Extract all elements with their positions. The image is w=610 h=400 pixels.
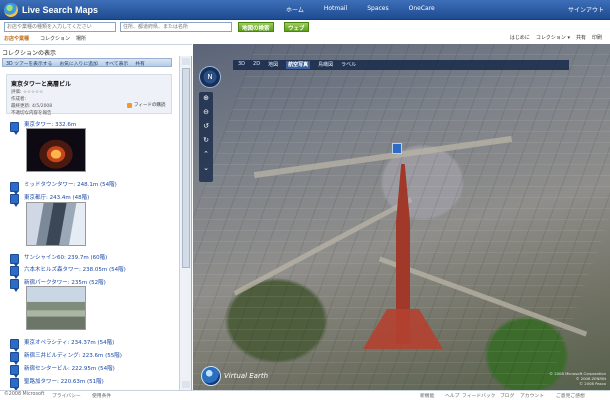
- feed-subscribe[interactable]: フィードの購読: [127, 102, 165, 108]
- item-pin-icon[interactable]: [10, 194, 19, 207]
- nav-onecare[interactable]: OneCare: [409, 5, 435, 14]
- rss-icon: [127, 102, 132, 108]
- collection-panel: 3D ツアーを表示する お気に入りに追加 すべて表示 共有 東京タワーと高層ビル…: [0, 56, 192, 390]
- top-header: Live Search Maps ホーム Hotmail Spaces OneC…: [0, 0, 610, 20]
- item-pin-icon[interactable]: [10, 378, 19, 390]
- app-logo[interactable]: Live Search Maps: [4, 2, 98, 18]
- compass-icon[interactable]: N: [199, 66, 221, 88]
- list-item[interactable]: 東京オペラシティ: 234.37m (54階): [24, 338, 114, 346]
- item-pin-icon[interactable]: [10, 352, 19, 365]
- view-3d-tour-button[interactable]: 3D ツアーを表示する: [6, 60, 52, 67]
- list-item[interactable]: 新宿センタービル: 222.95m (54階): [24, 364, 115, 372]
- nav-hotmail[interactable]: Hotmail: [324, 5, 347, 14]
- list-item[interactable]: サンシャイン60: 239.7m (60階): [24, 253, 107, 261]
- windows-live-logo-icon: [4, 3, 18, 17]
- mode-road-button[interactable]: 地図: [268, 61, 278, 69]
- panel-scrollbar[interactable]: [179, 56, 191, 390]
- tokyo-tower-photo[interactable]: [26, 128, 86, 172]
- panel-actions: 3D ツアーを表示する お気に入りに追加 すべて表示 共有: [2, 58, 172, 67]
- panel-share-button[interactable]: 共有: [135, 60, 145, 67]
- brand-label: Virtual Earth: [224, 372, 269, 380]
- where-search-input[interactable]: [120, 22, 232, 32]
- web-search-button[interactable]: ウェブ: [284, 22, 309, 32]
- collection-menu-button[interactable]: コレクション ▾: [536, 34, 570, 41]
- tilt-up-icon[interactable]: ⌃: [199, 150, 213, 158]
- app-title: Live Search Maps: [22, 5, 99, 15]
- rotate-right-icon[interactable]: ↻: [199, 136, 213, 144]
- feed-label: フィードの購読: [134, 103, 166, 108]
- list-item[interactable]: 新宿三井ビルディング: 223.6m (55階): [24, 351, 122, 359]
- show-all-button[interactable]: すべて表示: [105, 60, 128, 67]
- add-favorite-button[interactable]: お気に入りに追加: [59, 60, 97, 67]
- item-pin-icon[interactable]: [10, 279, 19, 292]
- zoom-out-icon[interactable]: ⊖: [199, 108, 213, 116]
- footer-copyright: ©2008 Microsoft: [4, 392, 45, 397]
- search-row: 地図の検索 ウェブ: [0, 20, 610, 34]
- tool-row: お店や業種 コレクション 場所 はじめに コレクション ▾ 共有 印刷: [0, 34, 610, 44]
- footer-blog[interactable]: ブログ: [500, 392, 514, 399]
- footer-feedback[interactable]: フィードバック: [462, 392, 495, 399]
- labels-toggle[interactable]: ラベル: [341, 61, 356, 69]
- footer-comments[interactable]: ご意見ご感想: [556, 392, 585, 399]
- tool-business[interactable]: お店や業種: [4, 35, 29, 42]
- list-item[interactable]: 六本木ヒルズ森タワー: 238.05m (54階): [24, 265, 126, 273]
- signout-link[interactable]: サインアウト: [568, 5, 604, 14]
- mode-3d-button[interactable]: 3D: [238, 61, 245, 69]
- list-item[interactable]: 東京都庁: 243.4m (48階): [24, 193, 89, 201]
- virtual-earth-logo: Virtual Earth: [201, 366, 268, 386]
- item-pin-icon[interactable]: [10, 182, 19, 195]
- mode-aerial-button[interactable]: 航空写真: [286, 61, 311, 69]
- scroll-thumb[interactable]: [182, 68, 190, 268]
- rotate-left-icon[interactable]: ↺: [199, 122, 213, 130]
- item-pin-icon[interactable]: [10, 122, 19, 135]
- list-item[interactable]: ミッドタウンタワー: 248.1m (54階): [24, 180, 117, 188]
- item-pin-icon[interactable]: [10, 254, 19, 267]
- top-nav: ホーム Hotmail Spaces OneCare: [286, 5, 435, 14]
- globe-icon: [201, 366, 221, 386]
- list-item[interactable]: 新宿パークタワー: 235m (52階): [24, 278, 106, 286]
- panel-heading: コレクションの表示: [0, 44, 192, 57]
- map-search-button[interactable]: 地図の検索: [238, 22, 274, 32]
- right-tools: はじめに コレクション ▾ 共有 印刷: [510, 34, 602, 41]
- collection-title: 東京タワーと高層ビル: [11, 81, 72, 88]
- mode-2d-button[interactable]: 2D: [253, 61, 260, 69]
- tokyo-metropolitan-building-photo[interactable]: [26, 202, 86, 246]
- getting-started-button[interactable]: はじめに: [510, 34, 530, 41]
- collection-info: 東京タワーと高層ビル 評価: ☆☆☆☆☆ 作成者: 最終更新: 4/5/2008…: [6, 74, 172, 116]
- mode-birdseye-button[interactable]: 鳥瞰図: [318, 61, 333, 69]
- map-pin-icon[interactable]: [392, 143, 402, 154]
- footer-whats-new[interactable]: 新機能: [420, 392, 434, 399]
- print-button[interactable]: 印刷: [592, 34, 602, 41]
- footer-help[interactable]: ヘルプ: [445, 392, 459, 399]
- report-link[interactable]: 不適切な内容を報告: [11, 110, 167, 116]
- map-nav-controls: ⊕ ⊖ ↺ ↻ ⌃ ⌄: [199, 92, 213, 182]
- map-mode-toolbar: 3D 2D 地図 航空写真 鳥瞰図 ラベル: [233, 60, 569, 70]
- scroll-up-icon[interactable]: [182, 58, 190, 65]
- page-footer: ©2008 Microsoft プライバシー 使用条件 新機能 ヘルプ フィード…: [0, 390, 610, 400]
- shinjuku-park-tower-photo[interactable]: [26, 286, 86, 330]
- item-pin-icon[interactable]: [10, 365, 19, 378]
- scroll-down-icon[interactable]: [182, 381, 190, 388]
- tool-collections[interactable]: コレクション: [40, 35, 70, 42]
- list-item[interactable]: 東京タワー: 332.6m: [24, 120, 76, 128]
- collection-rating: 評価: ☆☆☆☆☆: [11, 90, 44, 95]
- item-pin-icon[interactable]: [10, 266, 19, 279]
- share-button[interactable]: 共有: [576, 34, 586, 41]
- nav-home[interactable]: ホーム: [286, 5, 304, 14]
- list-item[interactable]: 聖路加タワー: 220.63m (51階): [24, 377, 104, 385]
- footer-privacy[interactable]: プライバシー: [52, 392, 81, 399]
- item-pin-icon[interactable]: [10, 339, 19, 352]
- map-view[interactable]: 3D 2D 地図 航空写真 鳥瞰図 ラベル N ⊕ ⊖ ↺ ↻ ⌃ ⌄ Virt…: [193, 44, 610, 390]
- nav-spaces[interactable]: Spaces: [367, 5, 388, 14]
- footer-account[interactable]: アカウント: [520, 392, 544, 399]
- what-search-input[interactable]: [4, 22, 116, 32]
- footer-terms[interactable]: 使用条件: [92, 392, 111, 399]
- tool-places[interactable]: 場所: [76, 35, 86, 42]
- tilt-down-icon[interactable]: ⌄: [199, 164, 213, 172]
- zoom-in-icon[interactable]: ⊕: [199, 94, 213, 102]
- map-copyright: © 2008 Microsoft Corporation © 2008 ZENR…: [549, 371, 606, 386]
